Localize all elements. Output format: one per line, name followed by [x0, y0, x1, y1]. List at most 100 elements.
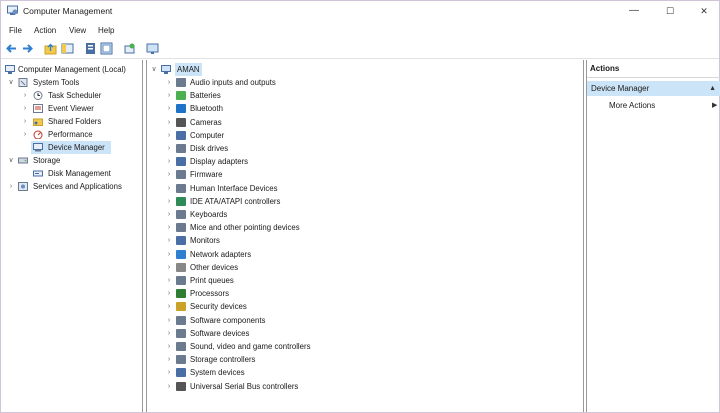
help-icon[interactable] [100, 42, 113, 55]
menu-action[interactable]: Action [34, 26, 56, 35]
actions-title: Actions [587, 60, 720, 78]
device-mice-and-other-pointing-devices-icon [176, 223, 186, 233]
device-batteries-icon [176, 91, 186, 101]
chevron-right-icon[interactable]: › [165, 300, 173, 313]
device-category-sound-video-and-game-controllers[interactable]: › Sound, video and game controllers [165, 340, 465, 353]
forward-arrow-icon[interactable] [21, 42, 34, 55]
chevron-right-icon[interactable]: › [165, 182, 173, 195]
minimize-button[interactable]: — [621, 3, 647, 19]
chevron-right-icon[interactable]: › [7, 180, 15, 193]
device-category-network-adapters[interactable]: › Network adapters [165, 248, 465, 261]
chevron-down-icon[interactable]: ∨ [7, 76, 15, 89]
chevron-right-icon[interactable]: › [165, 89, 173, 102]
tree-item-performance[interactable]: › Performance [21, 128, 141, 141]
chevron-right-icon[interactable]: › [165, 102, 173, 115]
properties-icon[interactable] [84, 42, 97, 55]
device-category-batteries[interactable]: › Batteries [165, 89, 465, 102]
tree-label: Computer Management (Local) [18, 65, 126, 74]
chevron-right-icon[interactable]: › [165, 380, 173, 393]
chevron-right-icon[interactable]: › [165, 195, 173, 208]
device-category-mice-and-other-pointing-devices[interactable]: › Mice and other pointing devices [165, 221, 465, 234]
device-category-label: Cameras [190, 117, 222, 127]
chevron-right-icon[interactable]: › [165, 129, 173, 142]
device-category-label: Human Interface Devices [190, 183, 278, 193]
device-software-components-icon [176, 315, 186, 325]
console-icon[interactable] [146, 42, 159, 55]
export-icon[interactable] [123, 42, 136, 55]
tree-item-device-manager[interactable]: Device Manager [31, 141, 111, 154]
device-category-keyboards[interactable]: › Keyboards [165, 208, 465, 221]
device-category-storage-controllers[interactable]: › Storage controllers [165, 353, 465, 366]
chevron-right-icon[interactable]: › [165, 327, 173, 340]
device-category-cameras[interactable]: › Cameras [165, 116, 465, 129]
chevron-right-icon[interactable]: › [21, 128, 29, 141]
chevron-right-icon[interactable]: › [21, 102, 29, 115]
chevron-right-icon[interactable]: › [165, 234, 173, 247]
chevron-right-icon[interactable]: › [165, 142, 173, 155]
device-category-software-components[interactable]: › Software components [165, 314, 465, 327]
chevron-right-icon[interactable]: › [21, 89, 29, 102]
device-software-devices-icon [176, 328, 186, 338]
more-actions-item[interactable]: More Actions [609, 99, 655, 112]
close-button[interactable]: ✕ [691, 3, 717, 19]
device-category-display-adapters[interactable]: › Display adapters [165, 155, 465, 168]
chevron-right-icon[interactable]: › [165, 261, 173, 274]
chevron-down-icon[interactable]: ∨ [150, 63, 158, 76]
device-category-other-devices[interactable]: › Other devices [165, 261, 465, 274]
device-category-label: Software devices [190, 328, 250, 338]
chevron-right-icon[interactable]: › [165, 314, 173, 327]
chevron-right-icon[interactable]: › [165, 340, 173, 353]
chevron-right-icon[interactable]: › [21, 115, 29, 128]
device-category-system-devices[interactable]: › System devices [165, 366, 465, 379]
chevron-right-icon[interactable]: › [165, 248, 173, 261]
chevron-right-icon[interactable]: › [165, 274, 173, 287]
device-category-computer[interactable]: › Computer [165, 129, 465, 142]
tree-item-system-tools[interactable]: ∨ System Tools [7, 76, 141, 89]
chevron-right-icon[interactable]: › [165, 353, 173, 366]
show-hide-tree-icon[interactable] [61, 42, 74, 55]
tree-item-storage[interactable]: ∨ Storage [7, 154, 141, 167]
device-category-human-interface-devices[interactable]: › Human Interface Devices [165, 182, 465, 195]
device-category-label: System devices [190, 368, 245, 378]
chevron-right-icon[interactable]: › [165, 221, 173, 234]
device-category-processors[interactable]: › Processors [165, 287, 465, 300]
chevron-right-icon[interactable]: › [165, 116, 173, 129]
tree-item-services-and-applications[interactable]: › Services and Applications [7, 180, 141, 193]
menu-file[interactable]: File [9, 26, 22, 35]
device-category-monitors[interactable]: › Monitors [165, 234, 465, 247]
device-category-firmware[interactable]: › Firmware [165, 168, 465, 181]
actions-section-device-manager[interactable]: Device Manager ▲ [587, 81, 720, 96]
chevron-down-icon[interactable]: ∨ [7, 154, 15, 167]
tree-item-task-scheduler[interactable]: › Task Scheduler [21, 89, 141, 102]
up-folder-icon[interactable] [44, 42, 57, 55]
maximize-button[interactable]: ☐ [657, 3, 683, 19]
tree-label: Services and Applications [33, 182, 122, 191]
device-category-software-devices[interactable]: › Software devices [165, 327, 465, 340]
device-category-audio-inputs-and-outputs[interactable]: › Audio inputs and outputs [165, 76, 465, 89]
tree-item-disk-management[interactable]: Disk Management [33, 167, 141, 180]
tree-item-shared-folders[interactable]: › Shared Folders [21, 115, 141, 128]
back-arrow-icon[interactable] [5, 42, 18, 55]
tree-item-event-viewer[interactable]: › Event Viewer [21, 102, 141, 115]
tree-item-computer-management[interactable]: Computer Management (Local) [5, 63, 141, 76]
menu-view[interactable]: View [69, 26, 86, 35]
chevron-right-icon[interactable]: › [165, 287, 173, 300]
clock-icon [33, 91, 43, 100]
chevron-right-icon[interactable]: › [165, 168, 173, 181]
chevron-right-icon[interactable]: › [165, 366, 173, 379]
device-category-label: Universal Serial Bus controllers [190, 381, 299, 391]
device-category-ide-ata-atapi-controllers[interactable]: › IDE ATA/ATAPI controllers [165, 195, 465, 208]
collapse-up-icon[interactable]: ▲ [709, 81, 716, 96]
chevron-right-icon[interactable]: › [165, 76, 173, 89]
device-category-universal-serial-bus-controllers[interactable]: › Universal Serial Bus controllers [165, 380, 465, 393]
chevron-right-icon[interactable]: › [165, 155, 173, 168]
chevron-right-icon[interactable]: › [165, 208, 173, 221]
tree-label: Device Manager [48, 143, 105, 152]
menu-help[interactable]: Help [98, 26, 114, 35]
device-category-disk-drives[interactable]: › Disk drives [165, 142, 465, 155]
device-category-security-devices[interactable]: › Security devices [165, 300, 465, 313]
device-root-aman[interactable]: ∨ AMAN [150, 63, 230, 76]
device-category-print-queues[interactable]: › Print queues [165, 274, 465, 287]
device-category-label: IDE ATA/ATAPI controllers [190, 196, 281, 206]
device-category-bluetooth[interactable]: › Bluetooth [165, 102, 465, 115]
